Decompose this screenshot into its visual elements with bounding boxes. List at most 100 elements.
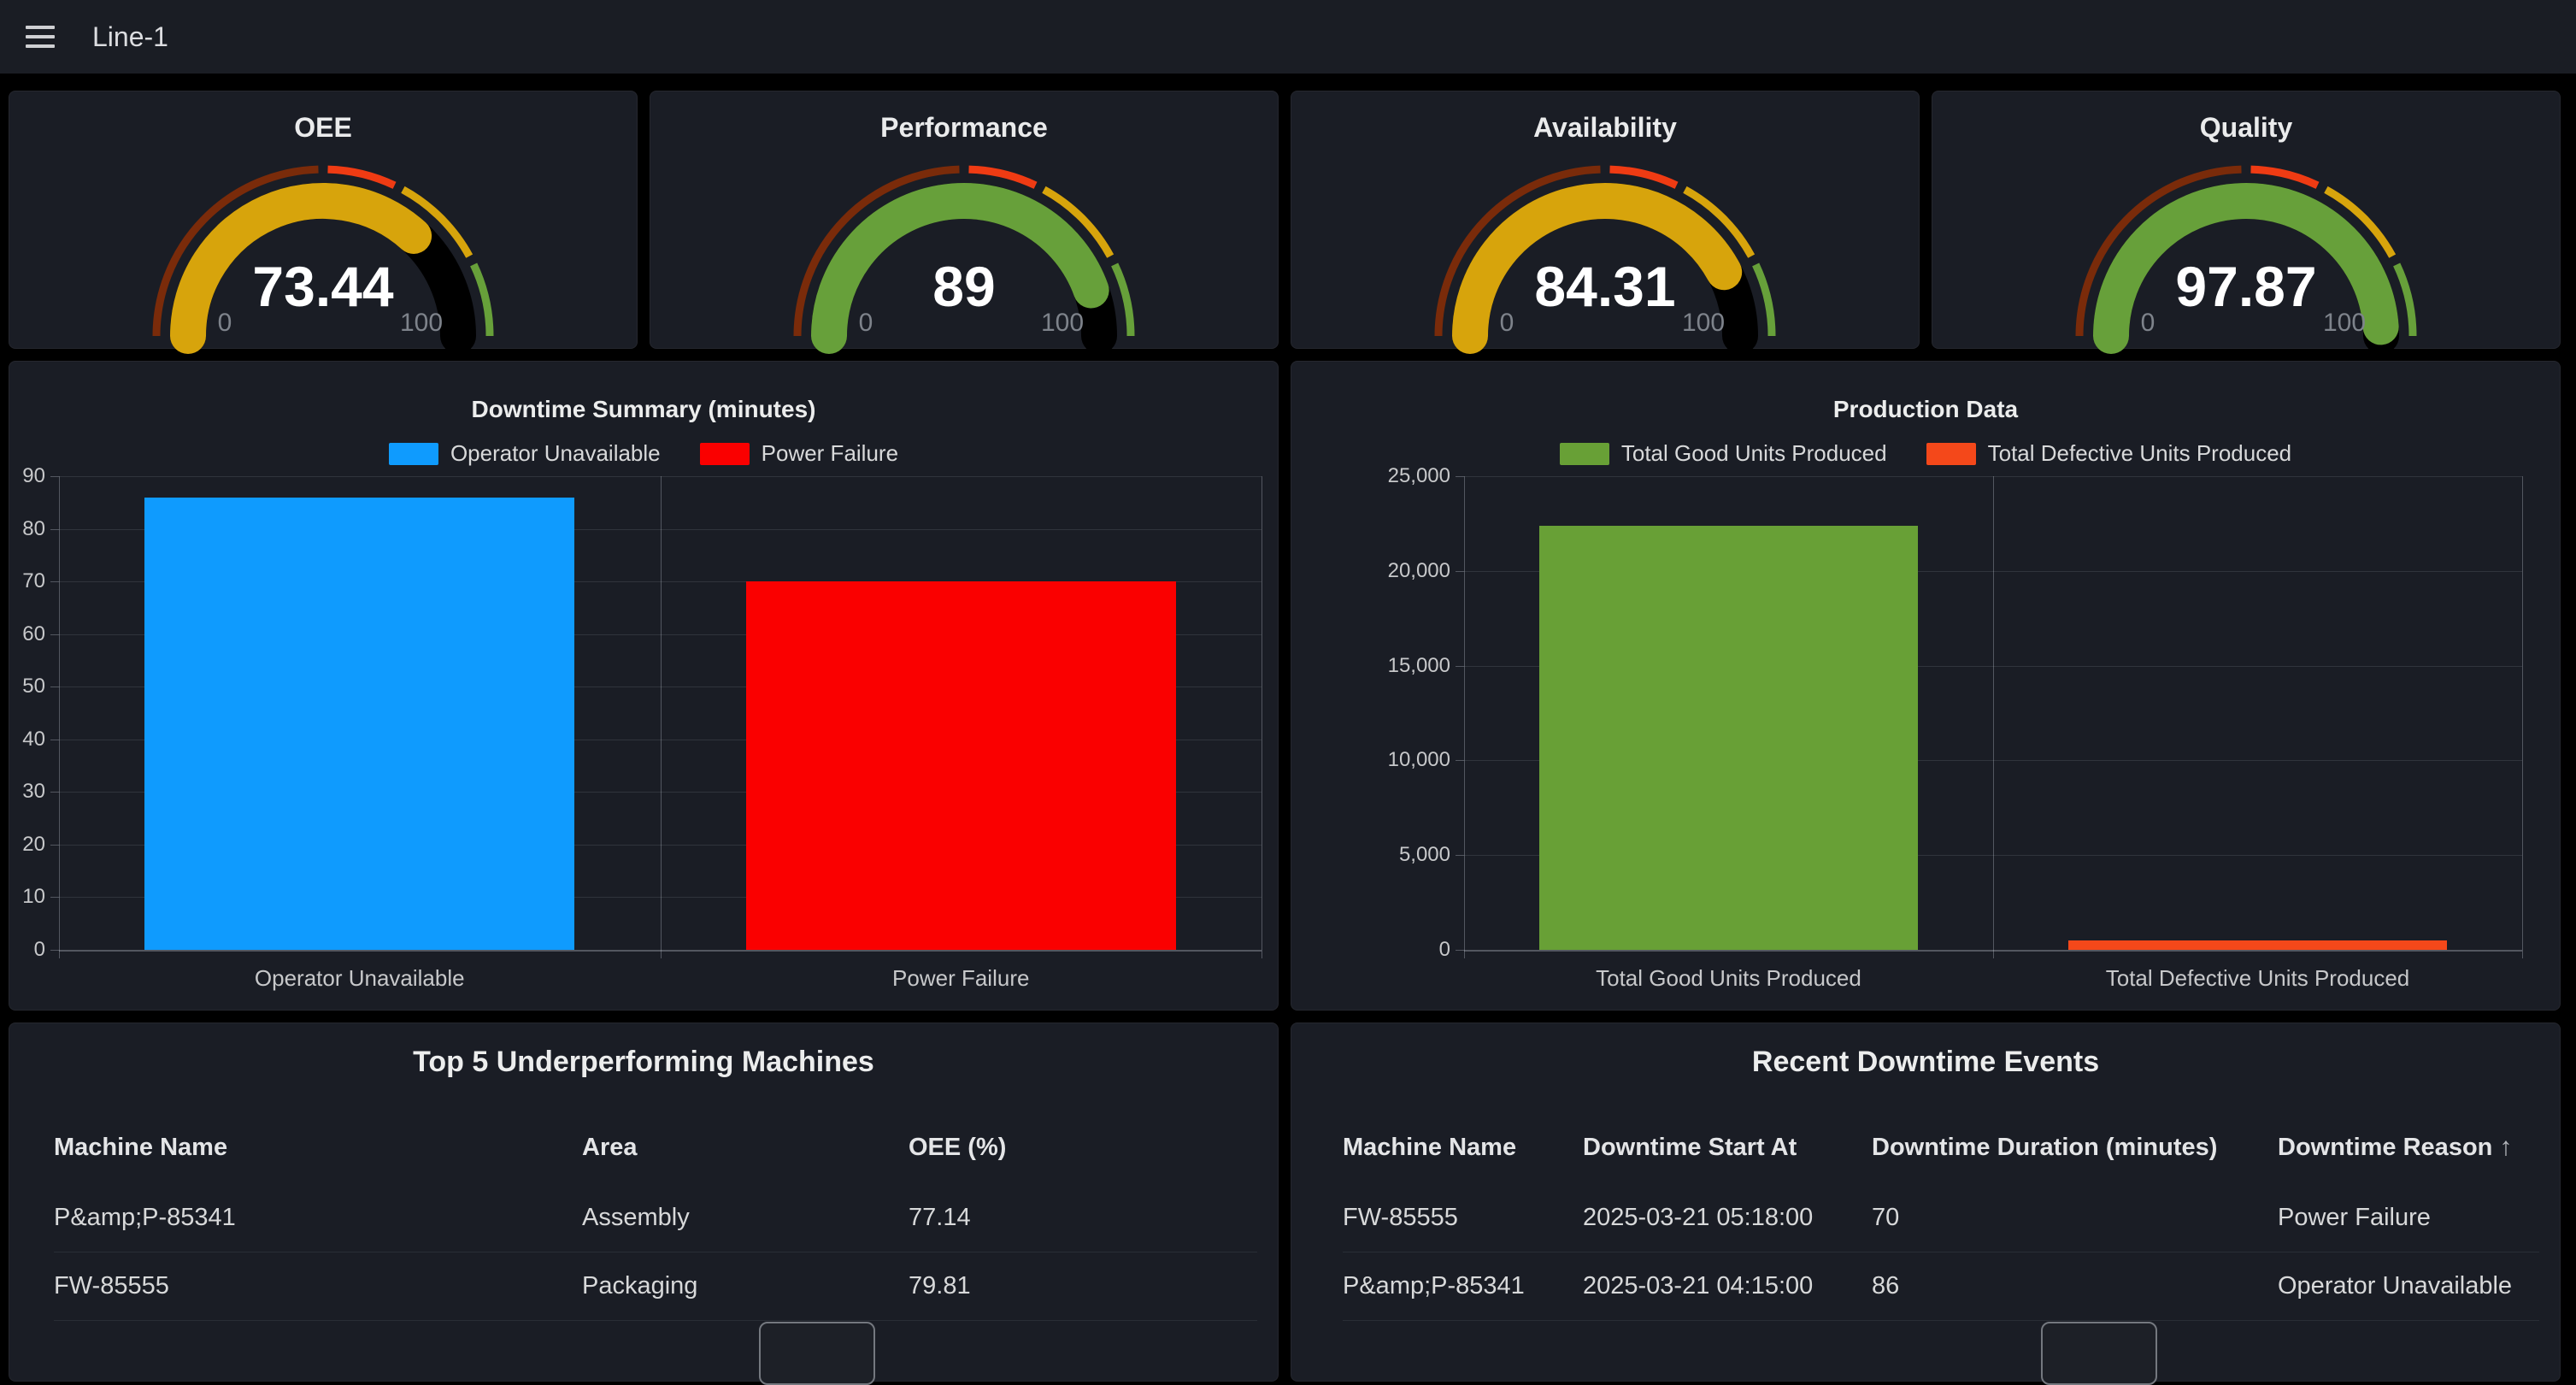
y-axis-tick <box>1456 760 1464 761</box>
x-axis-category-label: Power Failure <box>661 965 1262 992</box>
table-cell: 86 <box>1872 1272 2278 1300</box>
y-axis-tick <box>1456 950 1464 951</box>
gauge-value: 73.44 <box>9 254 637 319</box>
table-row: P&amp;P-85341Assembly77.14 <box>54 1184 1257 1252</box>
gauge-max-label: 100 <box>1665 309 1742 338</box>
dashboard-title: Line-1 <box>92 21 168 53</box>
top-navbar: Line-1 <box>0 0 2576 74</box>
panel-top5-underperforming-machines: Top 5 Underperforming Machines Machine N… <box>9 1023 1279 1382</box>
column-header[interactable]: Downtime Duration (minutes) <box>1872 1134 2278 1162</box>
table-cell: P&amp;P-85341 <box>1343 1272 1583 1300</box>
y-axis-tick <box>1456 666 1464 667</box>
bar-first <box>144 498 574 950</box>
table-row: P&amp;P-853412025-03-21 04:15:0086Operat… <box>1343 1252 2539 1321</box>
panel-downtime-summary: Downtime Summary (minutes) Operator Unav… <box>9 361 1279 1011</box>
column-header[interactable]: Downtime Reason↑ <box>2278 1133 2539 1162</box>
y-axis-tick <box>1456 476 1464 477</box>
table-cell: 79.81 <box>909 1272 1257 1300</box>
column-header[interactable]: OEE (%) <box>909 1134 1257 1162</box>
gauge-max-label: 100 <box>383 309 460 338</box>
table-cell: 77.14 <box>909 1204 1257 1232</box>
y-axis-tick-label: 10 <box>9 885 45 909</box>
axis-line <box>1464 476 1465 958</box>
axis-line <box>2522 476 2523 958</box>
table-cell: FW-85555 <box>54 1272 582 1300</box>
gauge-title: Quality <box>1932 112 2560 144</box>
column-header[interactable]: Machine Name <box>54 1134 582 1162</box>
table-cell: 2025-03-21 05:18:00 <box>1583 1204 1872 1232</box>
y-axis-tick-label: 50 <box>9 675 45 698</box>
y-axis-tick <box>50 950 59 951</box>
column-header[interactable]: Machine Name <box>1343 1134 1583 1162</box>
y-axis-tick <box>50 845 59 846</box>
y-axis-tick-label: 0 <box>1291 938 1450 962</box>
y-axis-tick-label: 70 <box>9 569 45 593</box>
gauge-max-label: 100 <box>2306 309 2383 338</box>
y-axis-tick-label: 15,000 <box>1291 654 1450 678</box>
table-row: FW-85555Packaging79.81 <box>54 1252 1257 1321</box>
y-axis-tick-label: 20,000 <box>1291 559 1450 583</box>
y-axis-tick-label: 10,000 <box>1291 748 1450 772</box>
x-axis-category-label: Total Good Units Produced <box>1464 965 1993 992</box>
axis-line <box>661 476 662 958</box>
table-cell: FW-85555 <box>1343 1204 1583 1232</box>
gauge-title: Performance <box>650 112 1278 144</box>
table-title: Top 5 Underperforming Machines <box>9 1046 1278 1079</box>
gauge-title: OEE <box>9 112 637 144</box>
y-axis-tick <box>1456 571 1464 572</box>
y-axis-tick-label: 20 <box>9 833 45 857</box>
y-axis-tick-label: 5,000 <box>1291 843 1450 867</box>
x-axis-line <box>1464 950 2522 952</box>
y-axis-tick-label: 90 <box>9 464 45 488</box>
y-axis-tick-label: 30 <box>9 780 45 804</box>
table-cell: Power Failure <box>2278 1204 2539 1232</box>
table-cell: Packaging <box>582 1272 909 1300</box>
y-axis-tick-label: 25,000 <box>1291 464 1450 488</box>
bar-first <box>1539 526 1918 950</box>
panel-oee: OEE 73.44 0 100 <box>9 91 638 349</box>
gauge-min-label: 0 <box>2109 309 2186 338</box>
y-axis-tick <box>50 634 59 635</box>
y-axis-tick-label: 0 <box>9 938 45 962</box>
pagination-button[interactable] <box>2041 1322 2157 1385</box>
gauge-value: 89 <box>650 254 1278 319</box>
x-axis-category-label: Total Defective Units Produced <box>1993 965 2522 992</box>
table-body: FW-855552025-03-21 05:18:0070Power Failu… <box>1343 1184 2539 1321</box>
column-header[interactable]: Downtime Start At <box>1583 1134 1872 1162</box>
gauge-value: 97.87 <box>1932 254 2560 319</box>
bar-chart: 0 5,000 10,000 15,000 20,000 25,000 Total Good… <box>1291 362 2560 1010</box>
table-cell: 2025-03-21 04:15:00 <box>1583 1272 1872 1300</box>
table-cell: Operator Unavailable <box>2278 1272 2539 1300</box>
y-axis-tick <box>1456 855 1464 856</box>
panel-recent-downtime-events: Recent Downtime Events Machine NameDownt… <box>1291 1023 2561 1382</box>
y-axis-tick <box>50 792 59 793</box>
sort-ascending-icon: ↑ <box>2499 1133 2512 1161</box>
panel-performance: Performance 89 0 100 <box>650 91 1279 349</box>
y-axis-tick <box>50 897 59 898</box>
panel-quality: Quality 97.87 0 100 <box>1932 91 2561 349</box>
column-header[interactable]: Area <box>582 1134 909 1162</box>
gauge-value: 84.31 <box>1291 254 1919 319</box>
menu-icon[interactable] <box>26 26 55 48</box>
y-axis-tick <box>50 581 59 582</box>
table-cell: P&amp;P-85341 <box>54 1204 582 1232</box>
y-axis-tick-label: 60 <box>9 622 45 646</box>
bar-chart: 0102030405060708090Operator UnavailableP… <box>9 362 1278 1010</box>
y-axis-tick-label: 40 <box>9 728 45 751</box>
axis-line <box>1993 476 1994 958</box>
gauge-title: Availability <box>1291 112 1919 144</box>
table-header-row: Machine NameAreaOEE (%) <box>54 1126 1257 1169</box>
pagination-button[interactable] <box>759 1322 875 1385</box>
bar-second <box>2068 940 2447 950</box>
table-body: P&amp;P-85341Assembly77.14FW-85555Packag… <box>54 1184 1257 1321</box>
y-axis-tick-label: 80 <box>9 517 45 541</box>
table-row: FW-855552025-03-21 05:18:0070Power Failu… <box>1343 1184 2539 1252</box>
table-cell: Assembly <box>582 1204 909 1232</box>
y-axis-tick <box>50 529 59 530</box>
table-header-row: Machine NameDowntime Start AtDowntime Du… <box>1343 1126 2539 1169</box>
gauge-min-label: 0 <box>186 309 263 338</box>
table-cell: 70 <box>1872 1204 2278 1232</box>
x-axis-line <box>59 950 1262 952</box>
axis-line <box>59 476 60 958</box>
bar-second <box>746 581 1176 950</box>
